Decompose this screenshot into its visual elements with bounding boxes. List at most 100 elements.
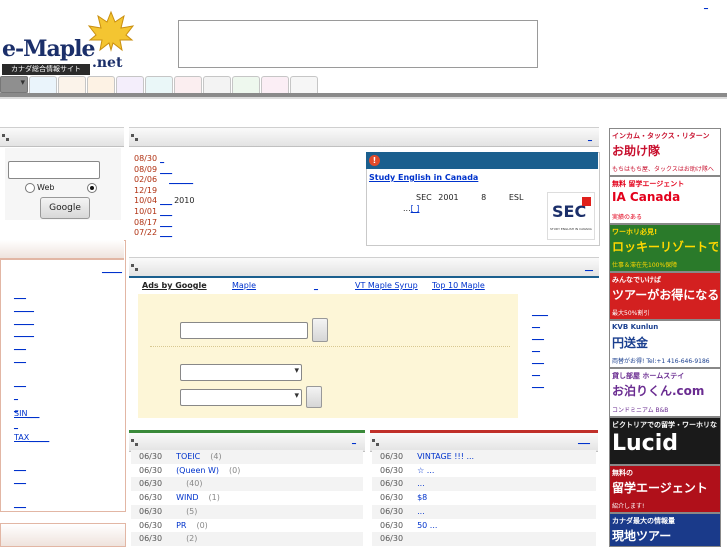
news-link[interactable]: ___ (160, 228, 172, 237)
ads-submit-button[interactable] (312, 318, 328, 342)
nav-tab-11[interactable] (261, 76, 289, 93)
list-title[interactable]: ... (417, 479, 425, 488)
news-link[interactable]: ___ (160, 218, 172, 227)
ads-side-link[interactable]: ____ (532, 307, 548, 316)
nav-tab-7[interactable] (145, 76, 173, 93)
list-item[interactable]: 06/30 (2) (139, 532, 197, 546)
feature-more-link[interactable]: [ ] (411, 204, 420, 213)
banner-ad-7[interactable]: ビクトリアでの留学・ワーホリなら Lucid (609, 417, 721, 465)
top-banner-ad[interactable] (178, 20, 538, 68)
radio-site[interactable] (87, 183, 97, 193)
list-left-more-link[interactable]: _ (352, 435, 356, 444)
list-item[interactable]: 06/30 WIND (1) (139, 491, 220, 505)
list-item[interactable]: 06/30 $8 (380, 491, 427, 505)
left-panel-link[interactable]: ___ (14, 341, 26, 350)
left-panel-link[interactable]: _____ (14, 316, 34, 325)
list-item[interactable]: 06/30 (40) (139, 477, 202, 491)
ads-side-link[interactable]: __ (532, 343, 540, 352)
list-title[interactable]: (Queen W) (176, 466, 219, 475)
nav-tab-10[interactable] (232, 76, 260, 93)
news-link[interactable]: _ (160, 154, 168, 163)
nav-tab-6[interactable] (116, 76, 144, 93)
news-item: 10/01 ___ (134, 207, 174, 216)
ads-side-link[interactable]: __ (532, 319, 540, 328)
sec-logo-sub: STUDY ENGLISH IN CANADA (550, 227, 592, 231)
ad-link-maple[interactable]: Maple (232, 281, 256, 290)
news-link[interactable]: ___ (160, 207, 172, 216)
list-item[interactable]: 06/30 (Queen W) (0) (139, 464, 240, 478)
list-item[interactable]: 06/30 TOEIC (4) (139, 450, 222, 464)
banner-ad-6[interactable]: 貸し部屋 ホームステイ お泊りくん.com コンドミニアム B&B (609, 368, 721, 417)
left-panel-link[interactable]: _ (14, 391, 18, 400)
ads-go-button[interactable] (306, 386, 322, 408)
nav-tab-9[interactable] (203, 76, 231, 93)
banner-ad-9[interactable]: カナダ最大の情報量 現地ツアー (609, 513, 721, 547)
news-link[interactable]: ___ (160, 196, 172, 205)
list-title[interactable]: 50 ... (417, 521, 437, 530)
nav-tab-1[interactable] (0, 76, 28, 93)
top-right-link[interactable]: _ (704, 0, 708, 9)
ads-select-1[interactable] (180, 364, 302, 381)
banner-ad-8[interactable]: 無料の 留学エージェント 紹介します! (609, 465, 721, 513)
ads-side-link[interactable]: __ (532, 367, 540, 376)
nav-tab-8[interactable] (174, 76, 202, 93)
left-panel-link[interactable]: ___ (14, 354, 26, 363)
banner-ad-5[interactable]: KVB Kunlun 円送金 両替がお得! Tel:+1 416-646-9186 (609, 320, 721, 368)
left-panel-link[interactable]: _____ (14, 328, 34, 337)
nav-tab-5[interactable] (87, 76, 115, 93)
list-item[interactable]: 06/30 (5) (139, 505, 197, 519)
ads-side-link[interactable]: ___ (532, 379, 544, 388)
news-link[interactable]: ___ (160, 165, 172, 174)
banner-ad-4[interactable]: みんなでいけば ツアーがお得になる 最大50%割引 (609, 272, 721, 320)
ads-by-google[interactable]: Ads by Google (142, 281, 207, 290)
left-panel-link[interactable]: ___ (14, 475, 26, 484)
ad-link-top10-maple[interactable]: Top 10 Maple (432, 281, 485, 290)
list-right-more-link[interactable]: ___ (578, 435, 590, 444)
left-panel-link[interactable]: ___ (14, 499, 26, 508)
list-item[interactable]: 06/30 (380, 532, 417, 546)
list-title[interactable]: ☆ ... (417, 466, 434, 475)
nav-tab-4[interactable] (58, 76, 86, 93)
news-more-link[interactable]: _ (588, 132, 592, 141)
feature-title-link[interactable]: Study English in Canada (369, 173, 478, 182)
list-title[interactable]: ... (417, 507, 425, 516)
ads-side-link[interactable]: ___ (532, 331, 544, 340)
feature-text-sec: SEC (416, 193, 432, 202)
left-panel-link[interactable]: TAX_____ (14, 433, 49, 442)
left-panel-link[interactable]: ___ (14, 378, 26, 387)
news-link[interactable]: ______ (169, 175, 193, 184)
list-item[interactable]: 06/30 50 ... (380, 519, 437, 533)
banner-ad-3[interactable]: ワーホリ必見! ロッキーリゾートで住み込みで働くプログラム仕事＆滞在先100%保障 (609, 224, 721, 272)
ad-link-vt-maple-syrup[interactable]: VT Maple Syrup (355, 281, 418, 290)
list-item[interactable]: 06/30 VINTAGE !!! ... (380, 450, 474, 464)
ads-select-2[interactable] (180, 389, 302, 406)
left-panel-link[interactable]: ___ (14, 462, 26, 471)
left-panel-more-link[interactable]: _____ (102, 264, 122, 273)
list-item[interactable]: 06/30... (380, 505, 425, 519)
list-title[interactable]: VINTAGE !!! ... (417, 452, 474, 461)
nav-tab-3[interactable] (29, 76, 57, 93)
list-item[interactable]: 06/30 ☆ ... (380, 464, 434, 478)
left-panel-link[interactable]: _____ (14, 303, 34, 312)
ads-side-link[interactable]: ___ (532, 355, 544, 364)
site-logo[interactable]: e-Maple .net カナダ総合情報サイト (0, 8, 138, 75)
list-title[interactable]: WIND (176, 493, 198, 502)
list-title[interactable]: $8 (417, 493, 427, 502)
list-item[interactable]: 06/30... (380, 477, 425, 491)
left-panel-link[interactable]: SIN___ (14, 409, 39, 418)
google-search-button[interactable]: Google (40, 197, 90, 219)
list-title[interactable]: TOEIC (176, 452, 200, 461)
banner-ad-2[interactable]: 無料 留学エージェント IA Canada 実績のある (609, 176, 721, 224)
radio-web[interactable] (25, 183, 35, 193)
ads-text-input[interactable] (180, 322, 308, 339)
search-input[interactable] (8, 161, 100, 179)
left-panel-link[interactable]: ___ (14, 290, 26, 299)
ad-link-2[interactable]: _ (314, 281, 318, 290)
banner-ad-1[interactable]: インカム・タックス・リターン お助け隊 もちはもち屋、タックスはお助け隊へ (609, 128, 721, 176)
list-title[interactable]: PR (176, 521, 186, 530)
nav-tab-12[interactable] (290, 76, 318, 93)
list-item[interactable]: 06/30 PR (0) (139, 519, 208, 533)
ads-more-link[interactable]: __ (585, 262, 593, 271)
left-panel-link[interactable]: _ (14, 420, 18, 429)
sec-logo[interactable]: SEC STUDY ENGLISH IN CANADA (547, 192, 595, 240)
